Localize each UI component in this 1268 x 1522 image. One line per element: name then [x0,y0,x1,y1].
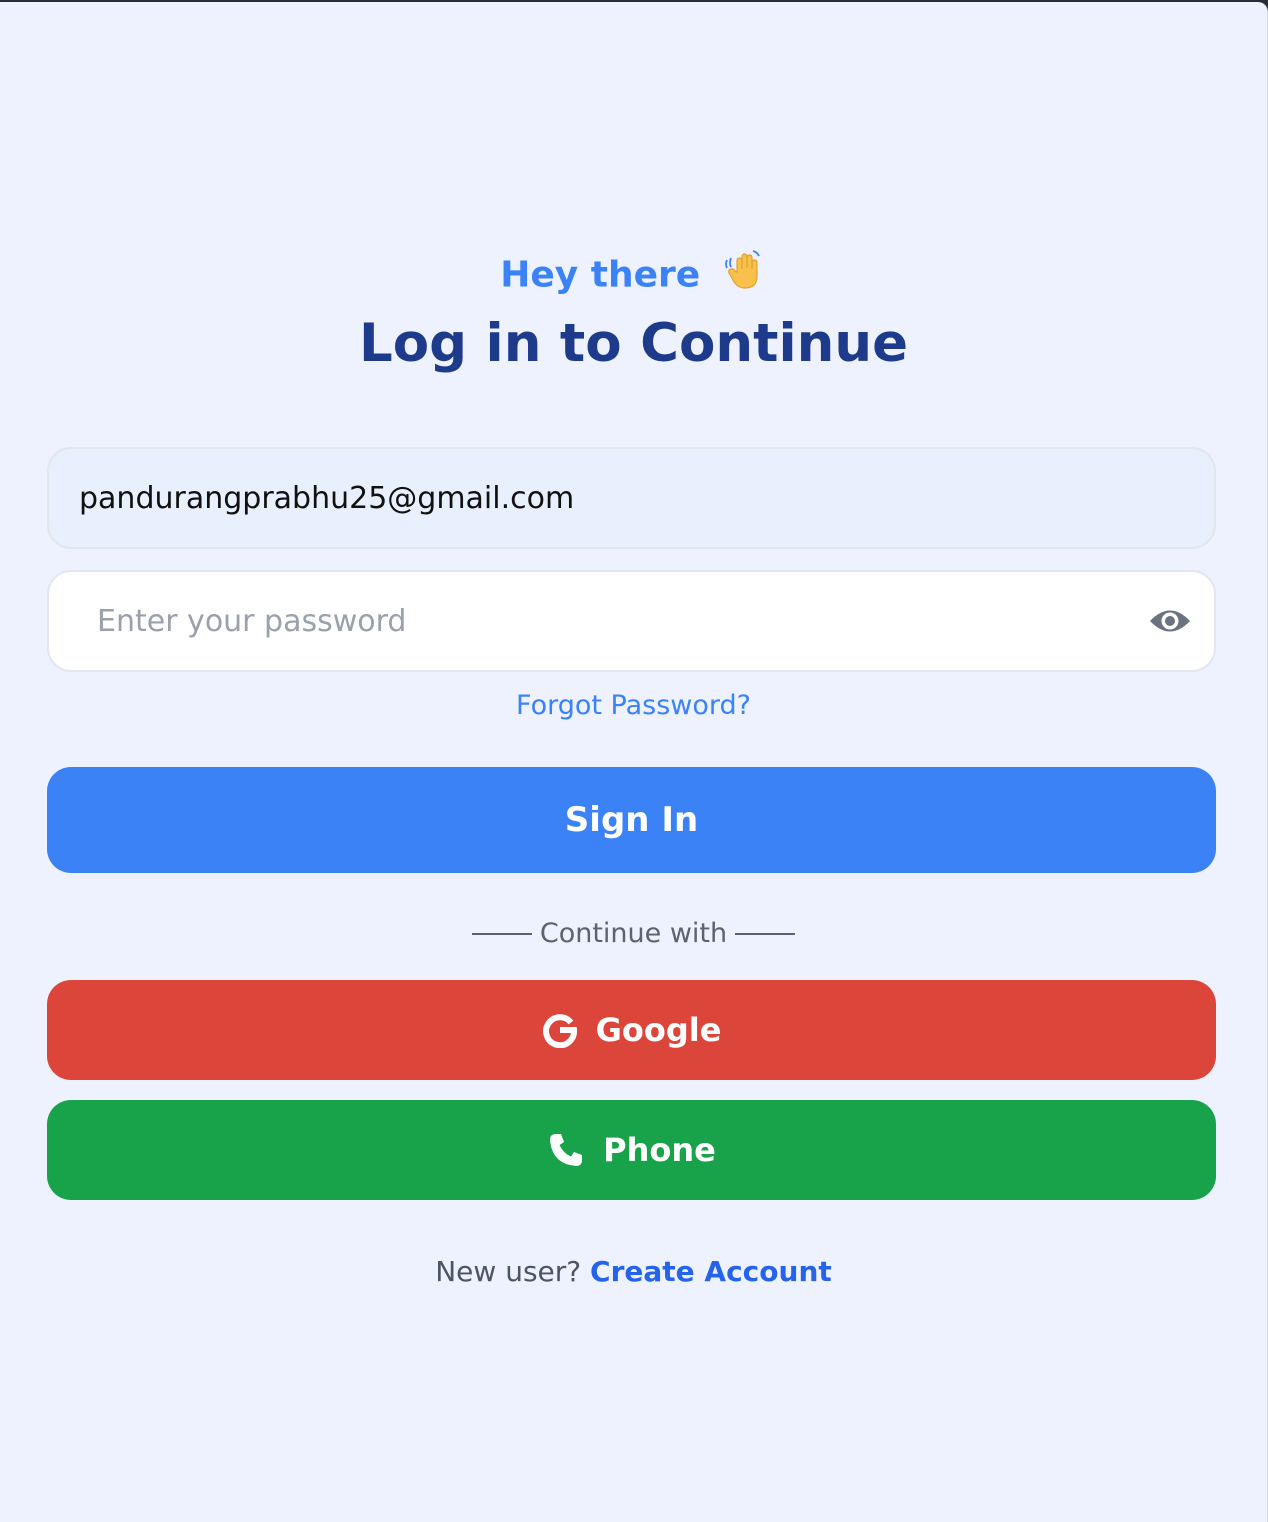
google-button[interactable]: Google [47,980,1216,1080]
divider-line-left [471,933,532,935]
password-field[interactable] [49,572,1214,670]
continue-with-divider: Continue with [0,914,1267,954]
greeting-text: Hey there [500,254,701,296]
divider-line-right [735,933,796,935]
phone-icon [547,1131,585,1169]
forgot-password-row: Forgot Password? [0,690,1267,721]
password-field-wrapper [47,570,1216,672]
forgot-password-link[interactable]: Forgot Password? [516,690,751,721]
eye-icon[interactable] [1148,604,1192,638]
page-title: Log in to Continue [358,313,909,374]
google-label: Google [595,1011,722,1049]
sign-in-button[interactable]: Sign In [47,767,1216,873]
email-field[interactable] [49,449,1214,547]
waving-hand-icon [723,248,767,305]
email-field-wrapper [47,447,1216,549]
create-account-link[interactable]: Create Account [590,1255,832,1288]
divider-label: Continue with [539,918,728,949]
new-user-prompt: New user? [435,1255,582,1288]
google-icon [542,1012,578,1048]
phone-button[interactable]: Phone [47,1100,1216,1200]
sign-in-label: Sign In [564,800,699,840]
login-page: Hey there Log in to Continue Forgot Pass… [0,2,1268,1522]
greeting: Hey there [0,248,1267,305]
phone-label: Phone [603,1131,716,1169]
signup-row: New user? Create Account [0,1252,1267,1292]
